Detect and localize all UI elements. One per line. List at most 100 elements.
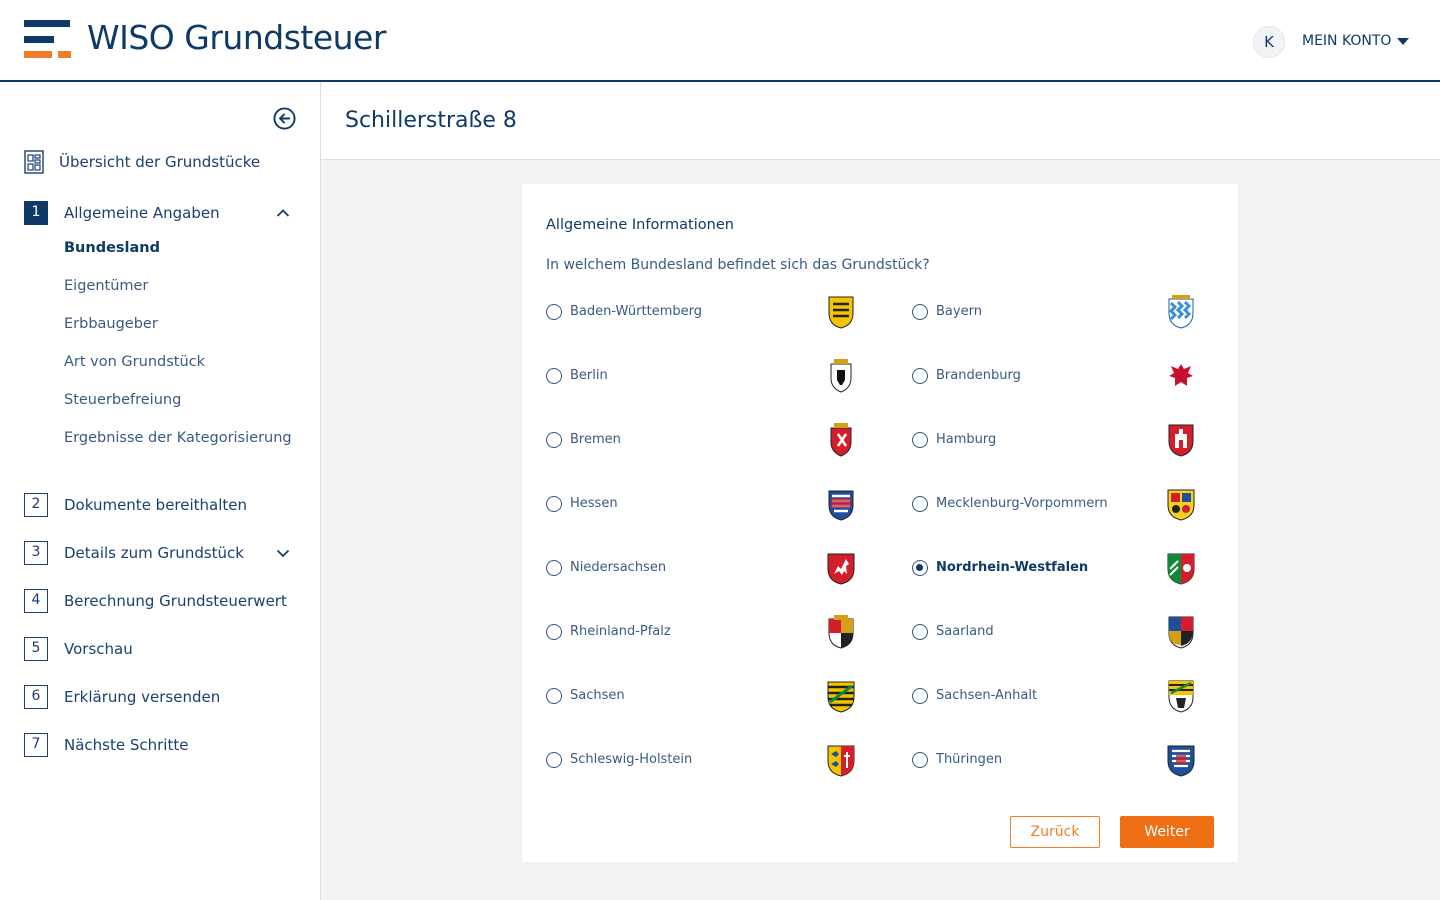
step-number: 7: [24, 733, 48, 757]
sidebar: Übersicht der Grundstücke 1 Allgemeine A…: [0, 82, 321, 900]
substep-ergebnisse[interactable]: Ergebnisse der Kategorisierung: [64, 430, 292, 446]
state-option[interactable]: Thüringen: [912, 740, 1212, 780]
substep-steuerbefreiung[interactable]: Steuerbefreiung: [64, 392, 181, 408]
crest-icon-bb: [1169, 363, 1193, 392]
crest-icon-sh: [827, 745, 855, 777]
state-option[interactable]: Nordrhein-Westfalen: [912, 548, 1212, 588]
state-option-label: Bayern: [936, 304, 982, 319]
collapse-sidebar-icon[interactable]: [273, 107, 296, 130]
step-label: Allgemeine Angaben: [64, 204, 220, 222]
grid-document-icon: [24, 150, 44, 174]
account-menu-button[interactable]: MEIN KONTO: [1302, 33, 1410, 49]
step-number: 6: [24, 685, 48, 709]
radio-icon[interactable]: [912, 496, 928, 512]
sidebar-item-label: Übersicht der Grundstücke: [59, 153, 261, 171]
state-option[interactable]: Saarland: [912, 612, 1212, 652]
step-number: 1: [24, 201, 48, 225]
step-number: 2: [24, 493, 48, 517]
state-option-label: Schleswig-Holstein: [570, 752, 693, 767]
crest-icon-hb: [830, 423, 852, 457]
state-option[interactable]: Bremen: [546, 420, 852, 460]
radio-icon[interactable]: [912, 624, 928, 640]
sidebar-step-1[interactable]: 1 Allgemeine Angaben: [24, 201, 296, 225]
crest-icon-he: [828, 490, 854, 521]
chevron-down-icon[interactable]: [276, 546, 290, 560]
logo-icon[interactable]: [24, 18, 72, 60]
substep-art-grundstueck[interactable]: Art von Grundstück: [64, 354, 205, 370]
state-option-label: Mecklenburg-Vorpommern: [936, 496, 1108, 511]
state-option-label: Saarland: [936, 624, 994, 639]
state-option[interactable]: Hessen: [546, 484, 854, 524]
state-option[interactable]: Berlin: [546, 356, 852, 396]
state-option[interactable]: Bayern: [912, 292, 1212, 332]
sidebar-item-overview[interactable]: Übersicht der Grundstücke: [24, 150, 260, 174]
crest-icon-sl: [1168, 616, 1194, 649]
state-option[interactable]: Schleswig-Holstein: [546, 740, 855, 780]
step-label: Dokumente bereithalten: [64, 496, 248, 514]
step-label: Vorschau: [64, 640, 133, 658]
crest-icon-th: [1167, 745, 1195, 777]
form-card: Allgemeine Informationen In welchem Bund…: [522, 184, 1238, 862]
step-label: Erklärung versenden: [64, 688, 221, 706]
radio-icon[interactable]: [912, 368, 928, 384]
radio-icon[interactable]: [912, 304, 928, 320]
caret-down-icon: [1397, 38, 1410, 45]
state-option[interactable]: Baden-Württemberg: [546, 292, 854, 332]
radio-checked-icon[interactable]: [912, 560, 928, 576]
state-option-label: Hamburg: [936, 432, 997, 447]
state-option-label: Berlin: [570, 368, 608, 383]
next-button[interactable]: Weiter: [1120, 816, 1214, 848]
chevron-up-icon[interactable]: [276, 206, 290, 220]
sidebar-step-2[interactable]: 2 Dokumente bereithalten: [24, 493, 296, 517]
crest-icon-st: [1168, 680, 1194, 713]
radio-icon[interactable]: [912, 432, 928, 448]
question-text: In welchem Bundesland befindet sich das …: [546, 257, 930, 273]
state-option[interactable]: Hamburg: [912, 420, 1212, 460]
crest-icon-nw: [1167, 553, 1195, 585]
state-option-label: Hessen: [570, 496, 618, 511]
sidebar-step-7[interactable]: 7 Nächste Schritte: [24, 733, 296, 757]
radio-icon[interactable]: [912, 688, 928, 704]
state-option-label: Sachsen-Anhalt: [936, 688, 1038, 703]
sidebar-step-4[interactable]: 4 Berechnung Grundsteuerwert: [24, 589, 296, 613]
step-number: 5: [24, 637, 48, 661]
substep-erbbaugeber[interactable]: Erbbaugeber: [64, 316, 158, 332]
radio-icon[interactable]: [546, 560, 562, 576]
radio-icon[interactable]: [546, 304, 562, 320]
step-number: 4: [24, 589, 48, 613]
radio-icon[interactable]: [912, 752, 928, 768]
state-option[interactable]: Brandenburg: [912, 356, 1212, 396]
radio-icon[interactable]: [546, 624, 562, 640]
state-option-label: Rheinland-Pfalz: [570, 624, 671, 639]
sidebar-step-5[interactable]: 5 Vorschau: [24, 637, 296, 661]
state-option[interactable]: Sachsen: [546, 676, 855, 716]
section-heading: Allgemeine Informationen: [546, 217, 734, 233]
radio-icon[interactable]: [546, 432, 562, 448]
radio-icon[interactable]: [546, 688, 562, 704]
page-title: Schillerstraße 8: [345, 108, 517, 133]
sidebar-step-6[interactable]: 6 Erklärung versenden: [24, 685, 296, 709]
state-option[interactable]: Mecklenburg-Vorpommern: [912, 484, 1212, 524]
step-label: Nächste Schritte: [64, 736, 189, 754]
page-title-bar: Schillerstraße 8: [321, 82, 1440, 160]
radio-icon[interactable]: [546, 752, 562, 768]
step-label: Details zum Grundstück: [64, 544, 244, 562]
sidebar-step-3[interactable]: 3 Details zum Grundstück: [24, 541, 296, 565]
crest-icon-hh: [1168, 424, 1194, 457]
state-option-label: Nordrhein-Westfalen: [936, 560, 1089, 575]
state-option[interactable]: Niedersachsen: [546, 548, 855, 588]
avatar[interactable]: K: [1253, 26, 1285, 58]
radio-icon[interactable]: [546, 368, 562, 384]
radio-icon[interactable]: [546, 496, 562, 512]
substep-eigentuemer[interactable]: Eigentümer: [64, 278, 148, 294]
back-button[interactable]: Zurück: [1010, 816, 1100, 848]
crest-icon-ni: [827, 553, 855, 585]
crest-icon-rp: [828, 615, 854, 649]
substep-bundesland[interactable]: Bundesland: [64, 240, 160, 256]
crest-icon-be: [830, 359, 852, 393]
state-option[interactable]: Rheinland-Pfalz: [546, 612, 854, 652]
crest-icon-by: [1168, 295, 1194, 329]
state-option-label: Baden-Württemberg: [570, 304, 702, 319]
step-label: Berechnung Grundsteuerwert: [64, 592, 287, 610]
state-option[interactable]: Sachsen-Anhalt: [912, 676, 1212, 716]
